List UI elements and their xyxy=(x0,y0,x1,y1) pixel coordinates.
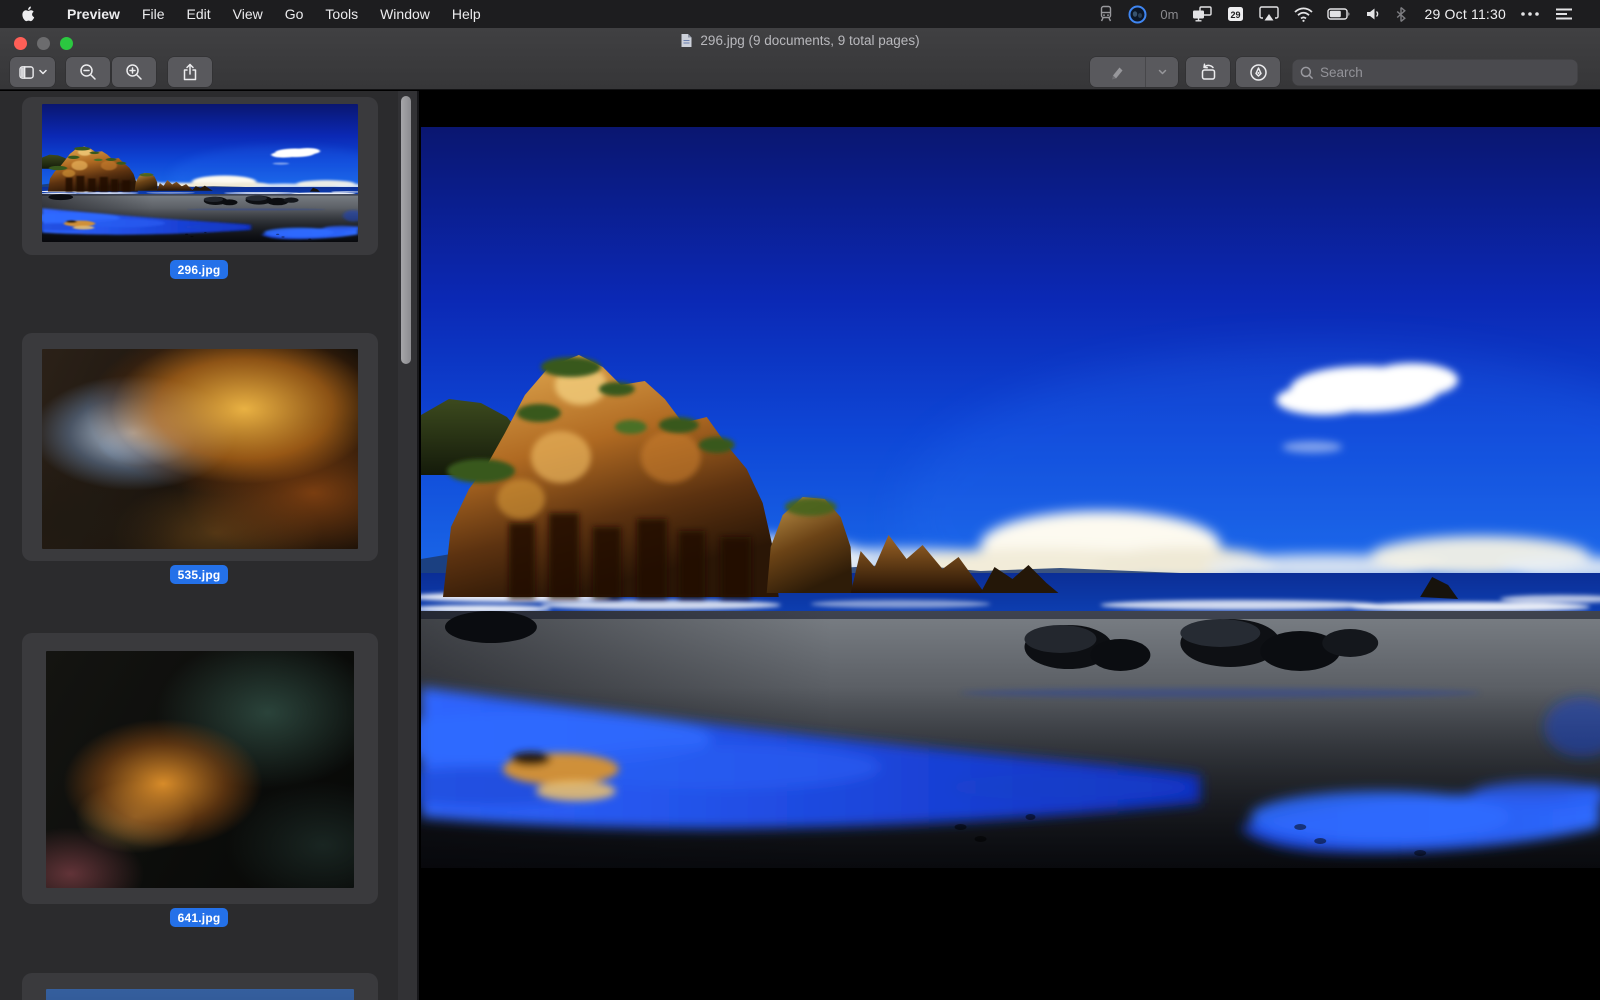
menu-item-edit[interactable]: Edit xyxy=(185,6,213,22)
apple-menu-icon[interactable] xyxy=(20,5,35,23)
zoom-in-button[interactable] xyxy=(112,57,156,87)
menu-item-window[interactable]: Window xyxy=(378,6,432,22)
thumbnail-label-296[interactable]: 296.jpg xyxy=(170,260,229,279)
thumbnail-label-641[interactable]: 641.jpg xyxy=(170,908,229,927)
circular-app-icon[interactable] xyxy=(1128,5,1147,23)
zoom-in-icon xyxy=(125,63,143,81)
list-icon[interactable] xyxy=(1554,5,1574,23)
thumbnail-label-row: 641.jpg xyxy=(0,908,398,927)
chevron-down-icon xyxy=(1158,69,1167,75)
chevron-down-icon xyxy=(39,69,47,75)
thumbnail-label-row: 535.jpg xyxy=(0,565,398,584)
markup-pen-icon xyxy=(1249,63,1268,82)
battery-icon[interactable] xyxy=(1327,5,1352,23)
menu-bar-clock[interactable]: 29 Oct 11:30 xyxy=(1424,6,1506,22)
menu-item-tools[interactable]: Tools xyxy=(323,6,360,22)
zoom-out-button[interactable] xyxy=(66,57,110,87)
window-header: 296.jpg (9 documents, 9 total pages) xyxy=(0,28,1600,90)
thumbnail-label-535[interactable]: 535.jpg xyxy=(170,565,229,584)
bluetooth-icon[interactable] xyxy=(1395,5,1407,23)
title-bar: 296.jpg (9 documents, 9 total pages) xyxy=(0,33,1600,48)
thumbnail-image-641[interactable] xyxy=(46,651,354,888)
timer-label[interactable]: 0m xyxy=(1160,7,1178,22)
rotate-left-button[interactable] xyxy=(1186,57,1230,87)
window-title: 296.jpg (9 documents, 9 total pages) xyxy=(700,33,919,48)
thumbnail-image-535[interactable] xyxy=(42,349,358,549)
menu-bar: Preview File Edit View Go Tools Window H… xyxy=(0,0,1600,28)
thumbnail-sidebar: 296.jpg 535.jpg 641.jpg xyxy=(0,91,419,1000)
document-icon xyxy=(680,33,693,48)
airplay-icon[interactable] xyxy=(1258,5,1280,23)
menu-item-go[interactable]: Go xyxy=(283,6,306,22)
highlighter-button xyxy=(1090,57,1145,87)
displays-icon[interactable] xyxy=(1191,5,1213,23)
highlighter-icon xyxy=(1109,64,1126,81)
thumbnail-image-296[interactable] xyxy=(42,104,358,242)
sidebar-toggle-button[interactable] xyxy=(10,57,55,87)
menu-bar-left: Preview File Edit View Go Tools Window H… xyxy=(0,5,483,23)
highlighter-menu-button xyxy=(1146,57,1178,87)
sidebar-scrollbar-thumb[interactable] xyxy=(401,96,411,364)
menu-bar-status: 0m 29 xyxy=(1097,5,1600,23)
volume-icon[interactable] xyxy=(1365,5,1382,23)
more-icon[interactable] xyxy=(1519,5,1541,23)
menu-item-file[interactable]: File xyxy=(140,6,167,22)
sidebar-toggle-icon xyxy=(19,65,36,80)
sidebar-scrollbar-track[interactable] xyxy=(398,91,417,1000)
search-icon xyxy=(1300,66,1314,80)
search-field[interactable] xyxy=(1292,59,1578,86)
menu-item-view[interactable]: View xyxy=(231,6,265,22)
wifi-icon[interactable] xyxy=(1293,5,1314,23)
calendar-day: 29 xyxy=(1231,10,1241,20)
share-button[interactable] xyxy=(168,57,212,87)
share-icon xyxy=(182,63,198,81)
highlighter-split-button xyxy=(1090,57,1178,87)
calendar-icon[interactable]: 29 xyxy=(1226,5,1245,23)
rotate-left-icon xyxy=(1199,63,1218,81)
transit-icon[interactable] xyxy=(1097,5,1115,23)
thumbnail-label-row: 296.jpg xyxy=(0,260,398,279)
zoom-out-icon xyxy=(79,63,97,81)
desktop: Preview File Edit View Go Tools Window H… xyxy=(0,0,1600,1000)
image-viewer xyxy=(421,91,1600,1000)
search-input[interactable] xyxy=(1320,65,1570,80)
main-image-296 xyxy=(421,127,1600,868)
thumbnail-image-partial[interactable] xyxy=(46,989,354,1000)
menu-item-help[interactable]: Help xyxy=(450,6,483,22)
menu-item-preview[interactable]: Preview xyxy=(65,6,122,22)
markup-button[interactable] xyxy=(1236,57,1280,87)
